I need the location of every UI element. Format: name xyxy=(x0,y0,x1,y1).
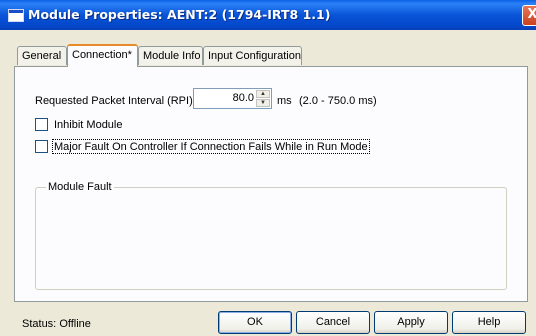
close-button[interactable]: X xyxy=(522,5,536,26)
spin-down-icon[interactable]: ▼ xyxy=(256,99,270,107)
major-fault-focus-box[interactable]: Major Fault On Controller If Connection … xyxy=(52,139,370,154)
status-label: Status: xyxy=(22,318,57,330)
tab-connection[interactable]: Connection* xyxy=(67,44,138,67)
rpi-label: Requested Packet Interval (RPI): xyxy=(35,95,196,107)
cancel-button[interactable]: Cancel xyxy=(296,311,370,334)
module-fault-title: Module Fault xyxy=(46,181,114,193)
rpi-range: (2.0 - 750.0 ms) xyxy=(299,95,377,107)
connection-tab-panel: Requested Packet Interval (RPI): 80.0 ▲ … xyxy=(14,66,528,302)
tab-general[interactable]: General xyxy=(17,46,67,65)
help-button[interactable]: Help xyxy=(452,311,526,334)
inhibit-module-checkbox[interactable] xyxy=(35,118,48,131)
major-fault-label[interactable]: Major Fault On Controller If Connection … xyxy=(54,141,368,153)
status-value: Offline xyxy=(59,318,91,330)
spin-up-icon[interactable]: ▲ xyxy=(256,90,270,98)
rpi-spinner[interactable]: ▲ ▼ xyxy=(256,90,270,107)
module-properties-dialog: Module Properties: AENT:2 (1794-IRT8 1.1… xyxy=(0,0,536,336)
inhibit-module-label[interactable]: Inhibit Module xyxy=(54,119,123,131)
window-icon xyxy=(8,9,24,22)
tab-module-info[interactable]: Module Info xyxy=(138,46,203,65)
module-fault-group: Module Fault xyxy=(35,181,507,290)
major-fault-checkbox[interactable] xyxy=(35,140,48,153)
rpi-unit: ms xyxy=(277,95,292,107)
apply-button[interactable]: Apply xyxy=(374,311,448,334)
status-bar: Status: Offline xyxy=(22,318,91,330)
tab-input-configuration[interactable]: Input Configuration xyxy=(203,46,302,65)
title-bar[interactable]: Module Properties: AENT:2 (1794-IRT8 1.1… xyxy=(0,0,536,30)
rpi-value[interactable]: 80.0 xyxy=(233,92,254,104)
ok-button[interactable]: OK xyxy=(218,311,292,334)
window-title: Module Properties: AENT:2 (1794-IRT8 1.1… xyxy=(28,7,331,22)
rpi-input[interactable]: 80.0 ▲ ▼ xyxy=(193,88,272,109)
